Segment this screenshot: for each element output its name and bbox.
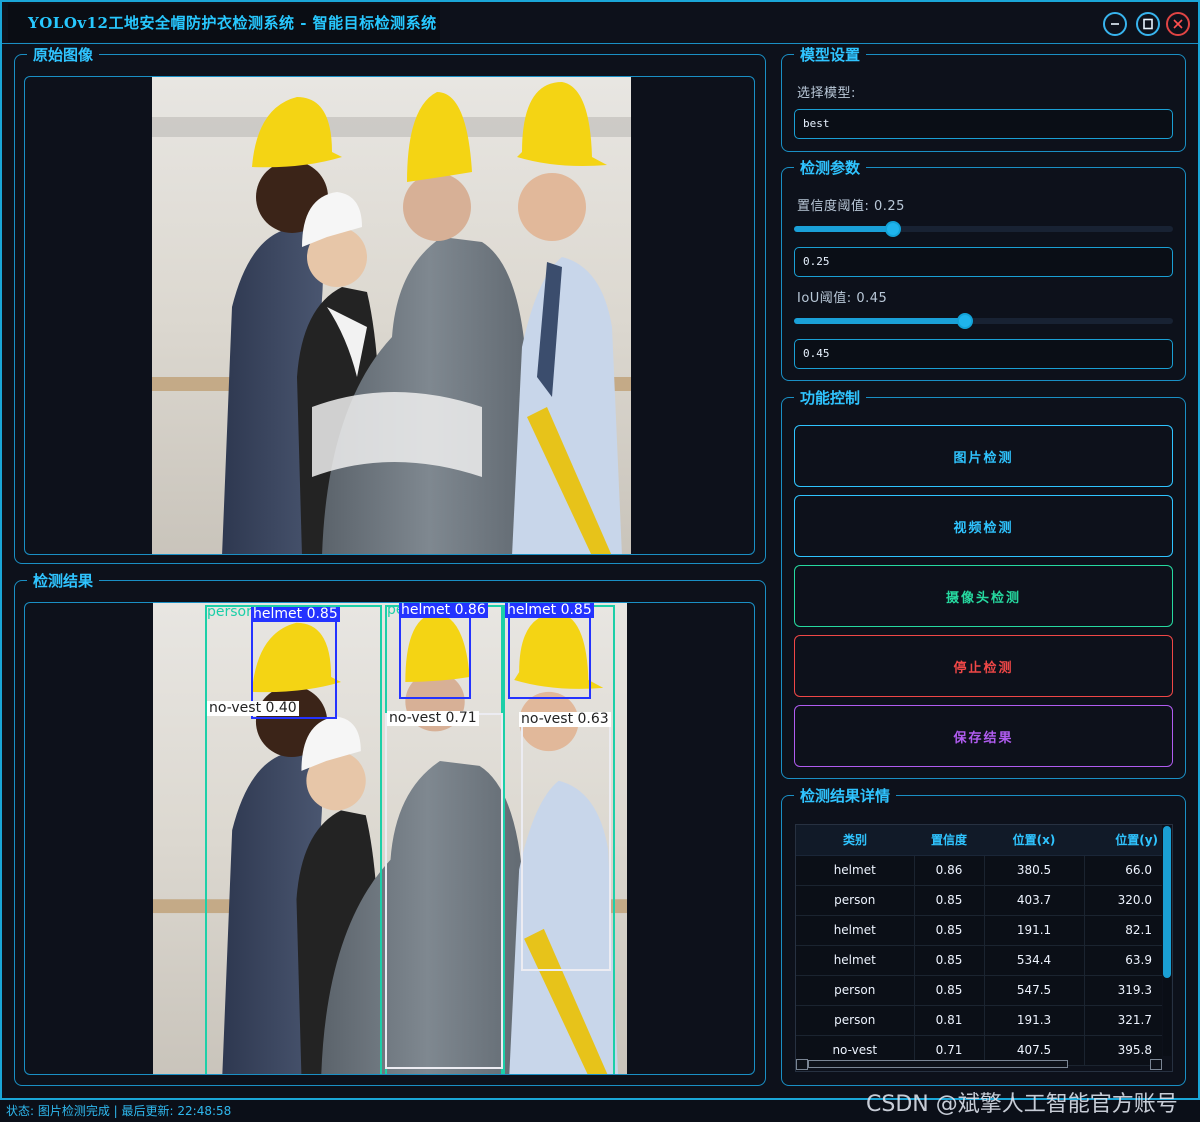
table-cell: helmet [796, 915, 915, 946]
table-cell: 191.3 [984, 1005, 1085, 1036]
table-cell: person [796, 975, 915, 1006]
confidence-input[interactable]: 0.25 [794, 247, 1173, 277]
iou-input[interactable]: 0.45 [794, 339, 1173, 369]
column-header-class[interactable]: 类别 [796, 825, 914, 856]
window-title: YOLOv12工地安全帽防护衣检测系统 - 智能目标检测系统 [8, 4, 440, 42]
stop-detect-button[interactable]: 停止检测 [794, 635, 1173, 697]
scroll-left-button[interactable] [796, 1059, 808, 1070]
image-detect-button[interactable]: 图片检测 [794, 425, 1173, 487]
table-horizontal-scrollbar[interactable] [796, 1058, 1162, 1070]
table-cell: 191.1 [984, 915, 1085, 946]
table-cell: 0.86 [914, 855, 985, 886]
table-cell: person [796, 885, 915, 916]
result-image-view: person helmet 0.85 no-vest 0.40 pe helme… [24, 602, 755, 1075]
title-bar: YOLOv12工地安全帽防护衣检测系统 - 智能目标检测系统 [2, 2, 1198, 44]
minimize-button[interactable] [1103, 12, 1127, 36]
table-cell: helmet [796, 855, 915, 886]
table-cell: 66.0 [1084, 855, 1162, 886]
column-header-confidence[interactable]: 置信度 [914, 825, 984, 856]
helmet-detection-label: helmet 0.85 [251, 606, 340, 622]
table-cell: 0.85 [914, 945, 985, 976]
table-cell: helmet [796, 945, 915, 976]
table-cell: 380.5 [984, 855, 1085, 886]
table-cell: 82.1 [1084, 915, 1162, 946]
table-cell: 319.3 [1084, 975, 1162, 1006]
save-result-button[interactable]: 保存结果 [794, 705, 1173, 767]
table-cell: 534.4 [984, 945, 1085, 976]
original-image-view [24, 76, 755, 555]
result-details-table: 类别 置信度 位置(x) 位置(y) helmet 0.86 380.5 66.0 pe… [795, 824, 1173, 1072]
table-row[interactable]: helmet 0.85 191.1 82.1 [796, 915, 1162, 946]
column-header-x[interactable]: 位置(x) [984, 825, 1084, 856]
iou-slider-fill [794, 318, 965, 324]
table-row[interactable]: person 0.85 547.5 319.3 [796, 975, 1162, 1006]
person-detection-label: person [207, 604, 255, 620]
table-row[interactable]: person 0.85 403.7 320.0 [796, 885, 1162, 916]
table-cell: 321.7 [1084, 1005, 1162, 1036]
table-cell: 547.5 [984, 975, 1085, 1006]
iou-slider[interactable] [794, 313, 1173, 329]
table-cell: 0.85 [914, 915, 985, 946]
result-details-title: 检测结果详情 [794, 786, 897, 806]
no-vest-detection-box [385, 713, 503, 1069]
table-cell: 63.9 [1084, 945, 1162, 976]
close-button[interactable] [1166, 12, 1190, 36]
table-body: helmet 0.86 380.5 66.0 person 0.85 403.7 320.0 h… [796, 855, 1162, 1066]
video-detect-button[interactable]: 视频检测 [794, 495, 1173, 557]
maximize-button[interactable] [1136, 12, 1160, 36]
horizontal-scroll-thumb[interactable] [808, 1060, 1068, 1068]
result-image-title: 检测结果 [27, 571, 100, 591]
table-cell: 0.85 [914, 975, 985, 1006]
result-photo: person helmet 0.85 no-vest 0.40 pe helme… [153, 603, 627, 1074]
confidence-slider[interactable] [794, 221, 1173, 237]
table-vertical-scrollbar[interactable] [1163, 826, 1171, 1056]
column-header-y[interactable]: 位置(y) [1084, 825, 1162, 856]
no-vest-detection-label: no-vest 0.71 [387, 710, 479, 726]
detection-params-title: 检测参数 [794, 158, 867, 178]
table-row[interactable]: helmet 0.86 380.5 66.0 [796, 855, 1162, 886]
construction-workers-image [152, 77, 631, 554]
no-vest-detection-label: no-vest 0.63 [519, 711, 611, 727]
helmet-detection-label: helmet 0.85 [505, 603, 594, 618]
table-cell: 320.0 [1084, 885, 1162, 916]
model-select-dropdown[interactable]: best [794, 109, 1173, 139]
table-cell: 0.85 [914, 885, 985, 916]
model-select-label: 选择模型: [797, 86, 856, 101]
close-icon [1173, 19, 1183, 29]
table-row[interactable]: helmet 0.85 534.4 63.9 [796, 945, 1162, 976]
scroll-right-button[interactable] [1150, 1059, 1162, 1070]
function-control-title: 功能控制 [794, 388, 867, 408]
table-cell: 403.7 [984, 885, 1085, 916]
original-image-title: 原始图像 [27, 45, 100, 65]
camera-detect-button[interactable]: 摄像头检测 [794, 565, 1173, 627]
maximize-icon [1143, 18, 1153, 30]
no-vest-detection-box [521, 715, 611, 971]
minimize-icon [1111, 23, 1119, 25]
helmet-detection-label: helmet 0.86 [399, 603, 488, 618]
no-vest-detection-label: no-vest 0.40 [207, 700, 299, 716]
model-settings-title: 模型设置 [794, 45, 867, 65]
table-cell: 0.81 [914, 1005, 985, 1036]
vertical-scroll-thumb[interactable] [1163, 826, 1171, 978]
confidence-slider-fill [794, 226, 893, 232]
confidence-slider-handle[interactable] [884, 221, 901, 237]
iou-slider-handle[interactable] [956, 313, 973, 329]
watermark: CSDN @斌擎人工智能官方账号 [866, 1092, 1178, 1117]
confidence-threshold-label: 置信度阈值: 0.25 [797, 199, 905, 214]
iou-threshold-label: IoU阈值: 0.45 [797, 291, 888, 306]
table-row[interactable]: person 0.81 191.3 321.7 [796, 1005, 1162, 1036]
table-cell: person [796, 1005, 915, 1036]
original-photo [152, 77, 631, 554]
